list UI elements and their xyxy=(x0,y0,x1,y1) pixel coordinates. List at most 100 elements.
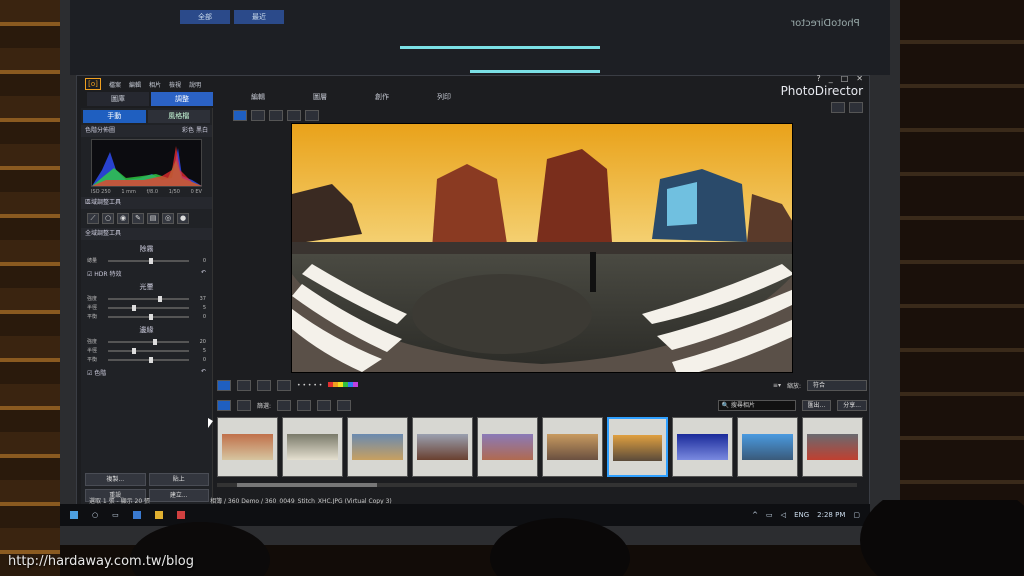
photo-thumbnail[interactable] xyxy=(282,417,343,477)
maximize-icon[interactable]: □ xyxy=(841,74,849,83)
gradient-icon[interactable]: ▤ xyxy=(147,213,159,224)
thumbnail-image xyxy=(677,434,728,460)
export-button[interactable]: 匯出... xyxy=(801,399,832,411)
share-button[interactable]: 分享... xyxy=(837,399,867,411)
thumbnail-image xyxy=(222,434,273,460)
copy-button[interactable]: 複製... xyxy=(85,473,146,486)
module-library[interactable]: 圖庫 xyxy=(87,92,149,106)
clock[interactable]: 2:28 PM xyxy=(817,511,845,519)
filter-people-icon[interactable] xyxy=(277,399,292,411)
thumbnail-image xyxy=(482,434,533,460)
photodirector-taskbar-icon[interactable] xyxy=(176,511,185,519)
filter-row: 篩選: 🔍 搜尋相片 匯出... 分享... xyxy=(217,398,867,412)
edge-balance-slider[interactable]: 平衡 0 xyxy=(87,355,206,364)
edge-title: 邊緣 xyxy=(139,326,154,334)
glow-strength-slider[interactable]: 強度 37 xyxy=(87,294,206,303)
photo-preview xyxy=(291,123,793,373)
tab-print[interactable]: 列印 xyxy=(413,90,475,104)
filter-tag-icon[interactable] xyxy=(317,399,332,411)
menu-view[interactable]: 檢視 xyxy=(169,80,181,89)
photo-thumbnail[interactable] xyxy=(217,417,278,477)
global-tools-header[interactable]: 全域調整工具 xyxy=(81,228,212,240)
tray-arrow-icon[interactable]: ^ xyxy=(752,511,758,519)
single-view-icon[interactable] xyxy=(233,110,247,121)
crop-icon[interactable]: ⟋ xyxy=(87,213,99,224)
glow-radius-slider[interactable]: 半徑 5 xyxy=(87,303,206,312)
photo-thumbnail[interactable] xyxy=(542,417,603,477)
tab-create[interactable]: 創作 xyxy=(351,90,413,104)
photo-thumbnail[interactable] xyxy=(412,417,473,477)
browser-toolbar: • • • • • ≡▾ 縮放: 符合 xyxy=(217,378,867,392)
photo-thumbnail[interactable] xyxy=(347,417,408,477)
tab-presets[interactable]: 風格檔 xyxy=(147,110,210,123)
grid-browse-icon[interactable] xyxy=(237,379,251,391)
help-icon[interactable]: ? xyxy=(816,74,820,83)
language-indicator[interactable]: ENG xyxy=(794,511,809,519)
thumbnail-view-icon[interactable] xyxy=(237,399,251,411)
reset-icon[interactable]: ↶ xyxy=(201,368,206,377)
local-tools-header[interactable]: 區域調整工具 xyxy=(81,197,212,209)
stack-icon[interactable] xyxy=(257,379,271,391)
menu-file[interactable]: 檔案 xyxy=(109,80,121,89)
filter-more-icon[interactable] xyxy=(337,399,352,411)
reset-icon[interactable]: ↶ xyxy=(201,269,206,278)
filmstrip-scrollbar[interactable] xyxy=(217,483,857,487)
tab-layers[interactable]: 圖層 xyxy=(289,90,351,104)
thumbnail-image xyxy=(742,434,793,460)
thumbnail-image xyxy=(352,434,403,460)
taskview-icon[interactable]: ▭ xyxy=(112,511,119,519)
photo-thumbnail[interactable] xyxy=(672,417,733,477)
glow-balance-slider[interactable]: 平衡 0 xyxy=(87,312,206,321)
spot-removal-icon[interactable]: ○ xyxy=(102,213,114,224)
photo-thumbnail[interactable] xyxy=(607,417,668,477)
tab-edit[interactable]: 編輯 xyxy=(227,90,289,104)
zoom-icon[interactable] xyxy=(831,102,845,113)
menu-photo[interactable]: 相片 xyxy=(149,80,161,89)
explorer-icon[interactable] xyxy=(154,511,163,519)
sort-icon[interactable]: ≡▾ xyxy=(773,382,781,389)
zoom-select[interactable]: 符合 xyxy=(807,379,867,391)
module-adjust[interactable]: 調整 xyxy=(151,92,213,106)
menu-help[interactable]: 說明 xyxy=(189,80,201,89)
tone-section-header[interactable]: ☑ 色階 ↶ xyxy=(81,368,212,377)
volume-icon[interactable]: ◁ xyxy=(781,511,786,519)
color-tool-icon[interactable]: ● xyxy=(177,213,189,224)
radial-filter-icon[interactable]: ◎ xyxy=(162,213,174,224)
edge-strength-slider[interactable]: 強度 20 xyxy=(87,337,206,346)
menu-edit[interactable]: 編輯 xyxy=(129,80,141,89)
photodirector-window: [o] 檔案 編輯 相片 檢視 說明 ? _ □ ✕ PhotoDirector… xyxy=(76,74,870,507)
flag-icon[interactable] xyxy=(277,379,291,391)
close-icon[interactable]: ✕ xyxy=(856,74,863,83)
wine-shelf-left xyxy=(0,0,60,576)
search-icon[interactable]: ○ xyxy=(92,511,98,519)
filter-select-icon[interactable] xyxy=(297,399,312,411)
tab-manual[interactable]: 手動 xyxy=(83,110,146,123)
photo-thumbnail[interactable] xyxy=(477,417,538,477)
bw-toggle[interactable]: 黑白 xyxy=(196,127,208,134)
notification-icon[interactable]: ▢ xyxy=(853,511,860,519)
search-input[interactable]: 🔍 搜尋相片 xyxy=(717,399,796,411)
histogram-header[interactable]: 色階分佈圖 彩色 黑白 xyxy=(81,125,212,137)
compare-view-icon[interactable] xyxy=(251,110,265,121)
color-toggle[interactable]: 彩色 xyxy=(182,127,194,134)
edge-radius-slider[interactable]: 半徑 5 xyxy=(87,346,206,355)
list-view-icon[interactable] xyxy=(217,399,231,411)
minimize-icon[interactable]: _ xyxy=(829,74,833,83)
network-icon[interactable]: ▭ xyxy=(766,511,773,519)
paste-button[interactable]: 貼上 xyxy=(148,473,209,486)
filmstrip-view-icon[interactable] xyxy=(217,379,231,391)
photo-thumbnail[interactable] xyxy=(802,417,863,477)
hdr-section-header[interactable]: ☑ HDR 特效 ↶ xyxy=(81,269,212,278)
edge-icon[interactable] xyxy=(132,511,141,519)
red-eye-icon[interactable]: ◉ xyxy=(117,213,129,224)
dehaze-amount-slider[interactable]: 總量 0 xyxy=(87,256,206,265)
grid-view-icon[interactable] xyxy=(269,110,283,121)
photo-thumbnail[interactable] xyxy=(737,417,798,477)
more-options-icon[interactable] xyxy=(305,110,319,121)
color-labels[interactable] xyxy=(328,381,359,389)
rotate-icon[interactable] xyxy=(287,110,301,121)
start-icon[interactable] xyxy=(70,511,78,519)
brush-icon[interactable]: ✎ xyxy=(132,213,144,224)
hand-icon[interactable] xyxy=(849,102,863,113)
rating-stars[interactable]: • • • • • xyxy=(297,382,322,389)
